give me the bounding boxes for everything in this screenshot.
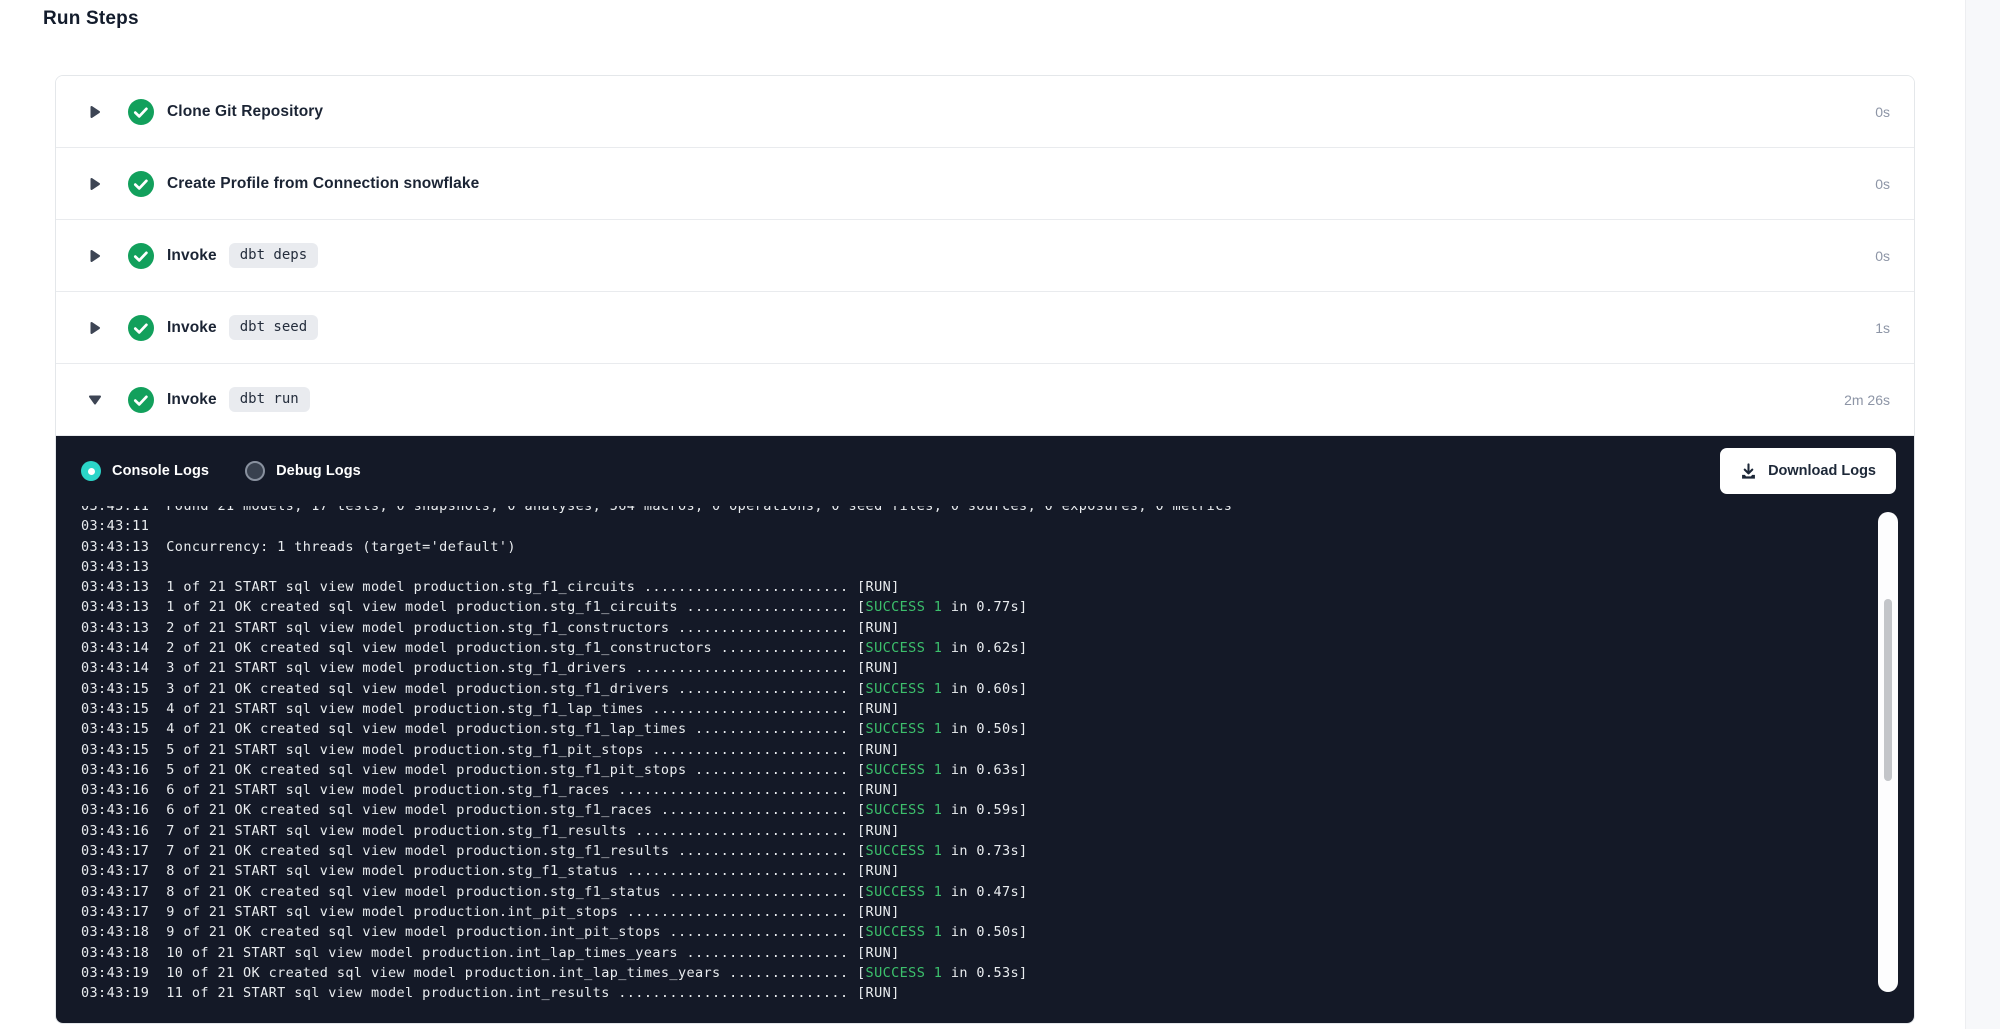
console-panel: Console Logs Debug Logs Download Logs 03… — [56, 436, 1914, 1023]
step-row-dbt-seed[interactable]: Invoke dbt seed 1s — [56, 292, 1914, 364]
step-command-badge: dbt deps — [229, 243, 318, 268]
step-row-dbt-deps[interactable]: Invoke dbt deps 0s — [56, 220, 1914, 292]
step-row-dbt-run[interactable]: Invoke dbt run 2m 26s — [56, 364, 1914, 436]
log-line: 03:43:19 10 of 21 OK created sql view mo… — [81, 963, 1854, 983]
step-list: Clone Git Repository 0s Create Profile f… — [56, 76, 1914, 436]
step-duration: 2m 26s — [1844, 392, 1914, 408]
log-line: 03:43:17 9 of 21 START sql view model pr… — [81, 902, 1854, 922]
log-line: 03:43:16 6 of 21 START sql view model pr… — [81, 780, 1854, 800]
console-header: Console Logs Debug Logs Download Logs — [56, 436, 1914, 506]
step-title: Clone Git Repository — [167, 103, 323, 121]
success-check-icon — [128, 171, 154, 197]
page-right-gutter — [1965, 0, 2000, 1029]
log-line: 03:43:17 8 of 21 OK created sql view mod… — [81, 882, 1854, 902]
download-icon — [1740, 463, 1757, 480]
caret-right-icon — [88, 321, 102, 335]
log-line: 03:43:19 11 of 21 START sql view model p… — [81, 983, 1854, 1003]
log-line: 03:43:15 3 of 21 OK created sql view mod… — [81, 679, 1854, 699]
radio-label: Debug Logs — [276, 463, 361, 479]
success-check-icon — [128, 243, 154, 269]
log-line: 03:43:18 9 of 21 OK created sql view mod… — [81, 922, 1854, 942]
log-line: 03:43:13 2 of 21 START sql view model pr… — [81, 618, 1854, 638]
log-type-radio-group: Console Logs Debug Logs — [81, 461, 397, 481]
log-line: 03:43:13 1 of 21 START sql view model pr… — [81, 577, 1854, 597]
step-command-badge: dbt seed — [229, 315, 318, 340]
log-line: 03:43:17 8 of 21 START sql view model pr… — [81, 861, 1854, 881]
log-scrollbar-track[interactable] — [1878, 512, 1898, 992]
log-line: 03:43:15 4 of 21 START sql view model pr… — [81, 699, 1854, 719]
console-logs-radio[interactable]: Console Logs — [81, 461, 209, 481]
log-line: 03:43:15 5 of 21 START sql view model pr… — [81, 740, 1854, 760]
step-duration: 0s — [1875, 104, 1914, 120]
caret-down-icon — [88, 394, 102, 406]
log-line: 03:43:13 Concurrency: 1 threads (target=… — [81, 537, 1854, 557]
download-logs-label: Download Logs — [1768, 463, 1876, 479]
log-line: 03:43:16 6 of 21 OK created sql view mod… — [81, 800, 1854, 820]
log-line: 03:43:11 Found 21 models, 17 tests, 0 sn… — [81, 506, 1854, 516]
console-log-output: 03:43:11 Found 21 models, 17 tests, 0 sn… — [81, 506, 1854, 1019]
debug-logs-radio[interactable]: Debug Logs — [245, 461, 361, 481]
log-scrollbar-thumb[interactable] — [1884, 599, 1892, 781]
step-duration: 0s — [1875, 176, 1914, 192]
caret-right-icon — [88, 177, 102, 191]
caret-right-icon — [88, 249, 102, 263]
radio-label: Console Logs — [112, 463, 209, 479]
page-title: Run Steps — [43, 8, 139, 30]
log-line: 03:43:16 5 of 21 OK created sql view mod… — [81, 760, 1854, 780]
step-duration: 0s — [1875, 248, 1914, 264]
log-line: 03:43:13 — [81, 557, 1854, 577]
success-check-icon — [128, 315, 154, 341]
log-line: 03:43:11 — [81, 516, 1854, 536]
step-title: Create Profile from Connection snowflake — [167, 175, 479, 193]
step-title: Invoke — [167, 391, 217, 409]
step-row-clone-git-repository[interactable]: Clone Git Repository 0s — [56, 76, 1914, 148]
run-steps-card: Clone Git Repository 0s Create Profile f… — [55, 75, 1915, 1024]
radio-icon — [245, 461, 265, 481]
step-command-badge: dbt run — [229, 387, 310, 412]
log-line: 03:43:14 3 of 21 START sql view model pr… — [81, 658, 1854, 678]
log-line: 03:43:16 7 of 21 START sql view model pr… — [81, 821, 1854, 841]
step-title: Invoke — [167, 247, 217, 265]
log-line: 03:43:15 4 of 21 OK created sql view mod… — [81, 719, 1854, 739]
step-duration: 1s — [1875, 320, 1914, 336]
download-logs-button[interactable]: Download Logs — [1720, 448, 1896, 494]
log-line: 03:43:17 7 of 21 OK created sql view mod… — [81, 841, 1854, 861]
log-line: 03:43:14 2 of 21 OK created sql view mod… — [81, 638, 1854, 658]
radio-icon — [81, 461, 101, 481]
log-line: 03:43:13 1 of 21 OK created sql view mod… — [81, 597, 1854, 617]
step-row-create-profile-from-connection-snowflake[interactable]: Create Profile from Connection snowflake… — [56, 148, 1914, 220]
success-check-icon — [128, 99, 154, 125]
caret-right-icon — [88, 105, 102, 119]
success-check-icon — [128, 387, 154, 413]
step-title: Invoke — [167, 319, 217, 337]
log-line: 03:43:18 10 of 21 START sql view model p… — [81, 943, 1854, 963]
